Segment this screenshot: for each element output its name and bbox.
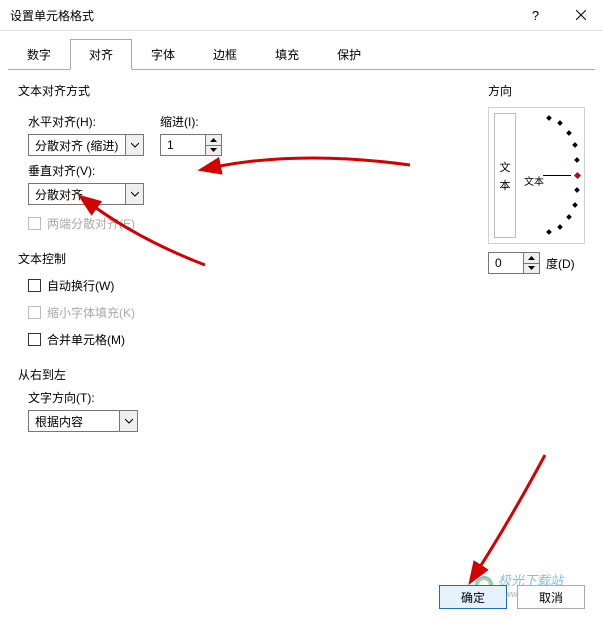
shrink-label: 缩小字体填充(K) — [47, 304, 135, 321]
chevron-up-icon — [528, 256, 535, 260]
horizontal-align-dropdown-button[interactable] — [125, 135, 143, 155]
left-column: 文本对齐方式 水平对齐(H): 缩进(I): — [18, 82, 398, 432]
degree-up-button[interactable] — [524, 253, 539, 263]
vertical-align-dropdown-button[interactable] — [125, 184, 143, 204]
degree-spinner[interactable] — [488, 252, 540, 274]
text-direction-input[interactable] — [29, 411, 119, 431]
text-control-section-label: 文本控制 — [18, 250, 398, 267]
wrap-checkbox[interactable] — [28, 279, 41, 292]
shrink-row: 缩小字体填充(K) — [28, 304, 398, 321]
horizontal-align-combo[interactable] — [28, 134, 144, 156]
orientation-center-text: 文本 — [524, 173, 544, 188]
merge-checkbox[interactable] — [28, 333, 41, 346]
window-buttons: ? — [513, 0, 603, 30]
indent-spinner[interactable] — [160, 134, 222, 156]
orientation-box: 文 本 文本 — [488, 107, 585, 244]
merge-label: 合并单元格(M) — [47, 331, 125, 348]
chevron-down-icon — [125, 417, 133, 425]
orientation-section-label: 方向 — [488, 82, 585, 99]
indent-down-button[interactable] — [206, 145, 221, 156]
chevron-down-icon — [131, 190, 139, 198]
wrap-label: 自动换行(W) — [47, 277, 114, 294]
tab-protection[interactable]: 保护 — [318, 39, 380, 70]
help-button[interactable]: ? — [513, 0, 558, 30]
indent-up-button[interactable] — [206, 135, 221, 145]
degree-down-button[interactable] — [524, 263, 539, 274]
justify-distributed-checkbox — [28, 217, 41, 230]
degree-label: 度(D) — [546, 255, 575, 272]
content: 文本对齐方式 水平对齐(H): 缩进(I): — [0, 70, 603, 432]
chevron-up-icon — [210, 138, 217, 142]
chevron-down-icon — [210, 148, 217, 152]
justify-distributed-label: 两端分散对齐(E) — [47, 215, 135, 232]
cancel-button[interactable]: 取消 — [517, 585, 585, 609]
vertical-text-char-1: 文 — [500, 159, 511, 175]
tabs: 数字 对齐 字体 边框 填充 保护 — [0, 31, 603, 70]
vertical-align-input[interactable] — [29, 184, 125, 204]
wrap-row: 自动换行(W) — [28, 277, 398, 294]
tab-border[interactable]: 边框 — [194, 39, 256, 70]
text-direction-dropdown-button[interactable] — [119, 411, 137, 431]
orientation-selected-dot — [574, 172, 581, 179]
vertical-align-combo[interactable] — [28, 183, 144, 205]
orientation-line — [543, 175, 571, 176]
orientation-dial[interactable]: 文本 — [519, 113, 579, 238]
chevron-down-icon — [528, 266, 535, 270]
titlebar: 设置单元格格式 ? — [0, 0, 603, 30]
shrink-checkbox — [28, 306, 41, 319]
justify-distributed-row: 两端分散对齐(E) — [28, 215, 398, 232]
indent-label: 缩进(I): — [160, 113, 222, 130]
orientation-degree-row: 度(D) — [488, 252, 585, 274]
rtl-section-label: 从右到左 — [18, 366, 398, 383]
tab-font[interactable]: 字体 — [132, 39, 194, 70]
orientation-vertical-button[interactable]: 文 本 — [494, 113, 516, 238]
merge-row: 合并单元格(M) — [28, 331, 398, 348]
vertical-align-label: 垂直对齐(V): — [28, 162, 398, 179]
horizontal-align-label: 水平对齐(H): — [28, 113, 144, 130]
tab-alignment[interactable]: 对齐 — [70, 39, 132, 70]
degree-input[interactable] — [489, 253, 523, 273]
vertical-text-char-2: 本 — [500, 177, 511, 193]
dialog-title: 设置单元格格式 — [10, 7, 94, 24]
tab-number[interactable]: 数字 — [8, 39, 70, 70]
horizontal-align-input[interactable] — [29, 135, 125, 155]
ok-button[interactable]: 确定 — [439, 585, 507, 609]
text-direction-combo[interactable] — [28, 410, 138, 432]
indent-input[interactable] — [161, 135, 205, 155]
orientation-panel: 方向 文 本 文本 — [488, 82, 585, 274]
tab-fill[interactable]: 填充 — [256, 39, 318, 70]
close-button[interactable] — [558, 0, 603, 30]
footer: 确定 取消 — [439, 585, 585, 609]
chevron-down-icon — [131, 141, 139, 149]
text-direction-label: 文字方向(T): — [28, 389, 398, 406]
text-alignment-section-label: 文本对齐方式 — [18, 82, 398, 99]
close-icon — [576, 10, 586, 20]
